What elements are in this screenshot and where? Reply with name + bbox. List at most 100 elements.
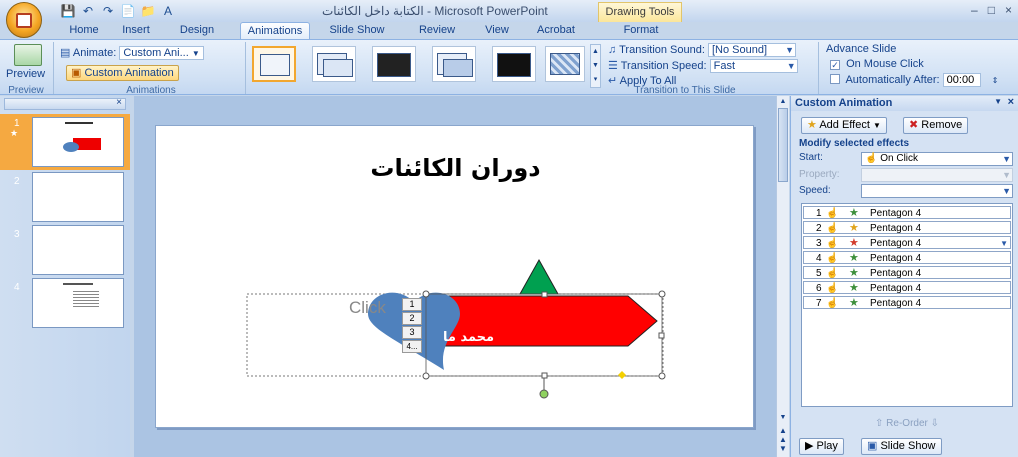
adjust-handle[interactable] bbox=[618, 371, 626, 379]
slide-thumb-4[interactable]: 4 bbox=[0, 278, 130, 332]
custom-animation-icon: ▣ bbox=[71, 67, 82, 79]
start-dropdown[interactable]: ☝ On Click ▼ bbox=[861, 152, 1013, 166]
effect-item[interactable]: 5 ☝ ★ Pentagon 4 bbox=[803, 266, 1011, 279]
preview-icon[interactable] bbox=[14, 44, 42, 66]
effect-item[interactable]: 6 ☝ ★ Pentagon 4 bbox=[803, 281, 1011, 294]
chevron-down-icon[interactable]: ▼ bbox=[1000, 237, 1008, 250]
slide-show-button[interactable]: ▣ Slide Show bbox=[861, 438, 942, 455]
add-effect-icon: ★ bbox=[807, 119, 817, 131]
effect-list[interactable]: 1 ☝ ★ Pentagon 4 2 ☝ ★ Pentagon 4 3 ☝ ★ Pentagon … bbox=[801, 203, 1013, 407]
custom-animation-pane: Custom Animation ▼ × ★ Add Effect ▼ ✖ Re… bbox=[790, 96, 1018, 457]
animate-dropdown[interactable]: Custom Ani... ▼ bbox=[119, 46, 204, 60]
effect-number: 3 bbox=[816, 238, 822, 249]
tab-design[interactable]: Design bbox=[175, 22, 219, 39]
transition-sound-label: Transition Sound: bbox=[619, 44, 705, 56]
tab-home[interactable]: Home bbox=[66, 22, 102, 39]
tab-format[interactable]: Format bbox=[618, 22, 664, 39]
transition-thumb-fade[interactable] bbox=[312, 46, 356, 82]
reorder-label: Re-Order bbox=[886, 418, 928, 429]
tab-review[interactable]: Review bbox=[414, 22, 460, 39]
anim-tag[interactable]: 3 bbox=[402, 326, 422, 339]
tab-insert[interactable]: Insert bbox=[116, 22, 156, 39]
placeholder-text[interactable]: Click bbox=[349, 298, 386, 318]
on-mouse-click-checkbox[interactable]: ✓ bbox=[830, 60, 840, 70]
resize-handle[interactable] bbox=[658, 290, 666, 298]
anim-tag[interactable]: 4... bbox=[402, 340, 422, 353]
anim-tag[interactable]: 1 bbox=[402, 298, 422, 311]
heart-shape-text[interactable]: محمد ما bbox=[443, 330, 494, 345]
slides-pane-tabs[interactable]: × bbox=[4, 97, 126, 110]
resize-handle[interactable] bbox=[541, 372, 548, 379]
slide-thumb-preview bbox=[32, 117, 124, 167]
gallery-scroll[interactable]: ▲ ▼ ▾ bbox=[590, 44, 601, 88]
tab-slide-show[interactable]: Slide Show bbox=[326, 22, 388, 39]
auto-after-label: Automatically After: bbox=[845, 74, 940, 86]
vertical-scrollbar[interactable]: ▲ ▼ ▲ ▲ ▼ bbox=[776, 96, 789, 457]
close-icon[interactable]: × bbox=[116, 97, 122, 108]
transition-sound-dropdown[interactable]: [No Sound] ▼ bbox=[707, 43, 796, 57]
on-mouse-click-label: On Mouse Click bbox=[846, 58, 924, 70]
preview-button[interactable]: Preview bbox=[6, 68, 45, 80]
undo-icon[interactable]: ↶ bbox=[80, 3, 96, 19]
move-up-icon[interactable]: ⇧ bbox=[875, 418, 883, 429]
transition-thumb-cut[interactable] bbox=[432, 46, 476, 82]
save-icon[interactable]: 💾 bbox=[60, 3, 76, 19]
resize-handle[interactable] bbox=[658, 332, 665, 339]
entrance-star-icon: ★ bbox=[849, 267, 859, 279]
speed-dropdown[interactable]: ▼ bbox=[861, 184, 1013, 198]
effect-item[interactable]: 1 ☝ ★ Pentagon 4 bbox=[803, 206, 1011, 219]
window-title: الكتابة داخل الكائنات - Microsoft PowerP… bbox=[322, 4, 548, 18]
redo-icon[interactable]: ↷ bbox=[100, 3, 116, 19]
slide-thumb-1[interactable]: 1 ★ bbox=[0, 114, 130, 170]
tab-acrobat[interactable]: Acrobat bbox=[533, 22, 579, 39]
scroll-up-icon[interactable]: ▲ bbox=[778, 98, 788, 106]
move-down-icon[interactable]: ⇩ bbox=[931, 418, 939, 429]
transition-thumb-none[interactable] bbox=[252, 46, 296, 82]
slide-thumb-3[interactable]: 3 bbox=[0, 225, 130, 279]
rotate-handle[interactable] bbox=[539, 389, 549, 399]
speed-icon: ☰ bbox=[608, 60, 618, 72]
minimize-icon[interactable]: – bbox=[971, 3, 978, 17]
resize-handle[interactable] bbox=[422, 372, 430, 380]
effect-name: Pentagon 4 bbox=[870, 223, 922, 234]
tab-view[interactable]: View bbox=[478, 22, 516, 39]
transition-thumb-fade-black[interactable] bbox=[372, 46, 416, 82]
star-shape[interactable] bbox=[519, 258, 559, 295]
remove-button[interactable]: ✖ Remove bbox=[903, 117, 969, 134]
open-icon[interactable]: 📁 bbox=[140, 3, 156, 19]
mouse-click-icon: ☝ bbox=[826, 283, 839, 294]
transition-speed-dropdown[interactable]: Fast ▼ bbox=[709, 59, 798, 73]
office-button[interactable] bbox=[6, 2, 42, 38]
spinner-icon[interactable]: ⇕ bbox=[992, 76, 999, 85]
restore-icon[interactable]: □ bbox=[988, 3, 995, 17]
custom-animation-button[interactable]: ▣ Custom Animation bbox=[66, 65, 179, 81]
slide-number: 4 bbox=[14, 282, 20, 293]
effect-item[interactable]: 3 ☝ ★ Pentagon 4 ▼ bbox=[803, 236, 1011, 249]
effect-item[interactable]: 2 ☝ ★ Pentagon 4 bbox=[803, 221, 1011, 234]
tab-animations[interactable]: Animations bbox=[240, 22, 310, 39]
slide-canvas[interactable]: دوران الكائنات Click محمد ما 1 2 3 4... bbox=[155, 125, 754, 428]
auto-after-checkbox[interactable] bbox=[830, 74, 840, 84]
scroll-down-icon[interactable]: ▼ bbox=[778, 414, 788, 422]
resize-handle[interactable] bbox=[658, 372, 666, 380]
close-icon[interactable]: × bbox=[1008, 96, 1014, 108]
next-slide-icon[interactable]: ▼ bbox=[778, 444, 788, 453]
play-button[interactable]: ▶ Play bbox=[799, 438, 844, 455]
close-icon[interactable]: × bbox=[1005, 3, 1012, 17]
transition-thumb-cut-black[interactable] bbox=[492, 46, 536, 82]
scroll-thumb[interactable] bbox=[778, 108, 788, 182]
slide-thumb-2[interactable]: 2 bbox=[0, 172, 130, 226]
resize-handle[interactable] bbox=[422, 290, 430, 298]
anim-tag[interactable]: 2 bbox=[402, 312, 422, 325]
add-effect-button[interactable]: ★ Add Effect ▼ bbox=[801, 117, 887, 134]
chevron-down-icon[interactable]: ▼ bbox=[994, 97, 1002, 106]
font-icon[interactable]: A bbox=[160, 3, 176, 19]
property-label: Property: bbox=[799, 169, 840, 180]
effect-item[interactable]: 4 ☝ ★ Pentagon 4 bbox=[803, 251, 1011, 264]
transition-thumb-dissolve[interactable] bbox=[545, 46, 585, 82]
new-icon[interactable]: 📄 bbox=[120, 3, 136, 19]
prev-slide-icon[interactable]: ▲ ▲ bbox=[778, 426, 788, 444]
auto-after-time[interactable]: 00:00 bbox=[942, 73, 981, 87]
resize-handle[interactable] bbox=[541, 291, 548, 298]
effect-item[interactable]: 7 ☝ ★ Pentagon 4 bbox=[803, 296, 1011, 309]
